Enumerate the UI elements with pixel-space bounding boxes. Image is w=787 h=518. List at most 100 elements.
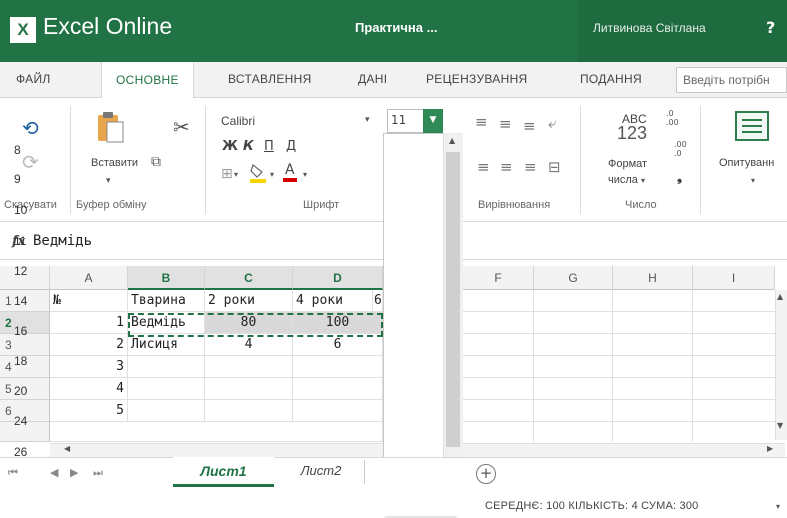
paste-icon[interactable] — [95, 110, 125, 146]
font-size-option[interactable]: 20 — [14, 384, 27, 398]
help-icon[interactable]: ? — [766, 18, 775, 37]
decrease-decimal-button[interactable]: .00.0 — [674, 140, 687, 158]
undo-icon[interactable]: ⟲ — [22, 118, 39, 138]
first-sheet-icon[interactable]: ⏮ — [8, 466, 18, 480]
cell-b5[interactable] — [128, 378, 205, 400]
increase-decimal-button[interactable]: .0.00 — [666, 109, 679, 127]
comma-style-button[interactable]: ❟ — [677, 170, 682, 185]
scroll-left-icon[interactable]: ◀ — [64, 445, 70, 453]
prev-sheet-icon[interactable]: ◀ — [50, 466, 58, 479]
cell-c3[interactable]: 4 — [205, 334, 293, 356]
vertical-scrollbar[interactable] — [775, 290, 787, 440]
align-center-icon[interactable]: ≡ — [500, 160, 513, 175]
align-bottom-icon[interactable]: ≡ — [523, 119, 536, 134]
cell-b1[interactable]: Тварина — [128, 290, 205, 312]
next-sheet-icon[interactable]: ▶ — [70, 466, 78, 479]
cell-a5[interactable]: 4 — [50, 378, 128, 400]
underline-button[interactable]: П — [264, 139, 274, 154]
borders-dropdown-icon[interactable]: ▾ — [234, 171, 238, 179]
merge-cells-icon[interactable]: ⊟ — [548, 160, 561, 175]
font-size-option[interactable]: 8 — [14, 143, 21, 157]
column-header-c[interactable]: C — [205, 266, 293, 290]
cell-d5[interactable] — [293, 378, 383, 400]
column-header-g[interactable]: G — [534, 266, 613, 290]
number-format-dropdown-icon[interactable]: ▾ — [641, 177, 645, 185]
column-header-h[interactable]: H — [613, 266, 693, 290]
paste-button-label[interactable]: Вставити — [91, 157, 138, 169]
borders-icon[interactable]: ⊞ — [221, 167, 233, 181]
cell-a1[interactable]: № — [50, 290, 128, 312]
cell-c4[interactable] — [205, 356, 293, 378]
size-list-scroll-thumb[interactable] — [446, 152, 460, 447]
column-header-a[interactable]: A — [50, 266, 128, 290]
fill-color-icon[interactable] — [249, 163, 267, 183]
redo-icon[interactable]: ⟳ — [22, 152, 39, 172]
cell-a4[interactable]: 3 — [50, 356, 128, 378]
sheet-tab-1[interactable]: Лист1 — [173, 457, 274, 487]
tab-review[interactable]: РЕЦЕНЗУВАННЯ — [426, 72, 528, 86]
font-size-option[interactable]: 24 — [14, 414, 27, 428]
tab-insert[interactable]: ВСТАВЛЕННЯ — [228, 72, 312, 86]
font-color-dropdown-icon[interactable]: ▾ — [303, 171, 307, 179]
tab-view[interactable]: ПОДАННЯ — [580, 72, 642, 86]
number-format-label[interactable]: Формат — [608, 158, 647, 170]
cell-a3[interactable]: 2 — [50, 334, 128, 356]
font-size-option[interactable]: 10 — [14, 203, 27, 217]
cell-c6[interactable] — [205, 400, 293, 422]
fill-dropdown-icon[interactable]: ▾ — [270, 171, 274, 179]
add-sheet-icon[interactable]: + — [476, 464, 496, 484]
app-title[interactable]: Excel Online — [43, 13, 172, 40]
font-name-dropdown-icon[interactable]: ▾ — [365, 116, 370, 125]
align-left-icon[interactable]: ≡ — [477, 160, 490, 175]
cell-c1[interactable]: 2 роки — [205, 290, 293, 312]
excel-logo-icon[interactable]: X — [10, 17, 36, 43]
column-header-d[interactable]: D — [293, 266, 383, 290]
formula-input[interactable]: Ведмідь — [33, 233, 92, 249]
column-header-f[interactable]: F — [463, 266, 534, 290]
cell-row7[interactable] — [50, 422, 383, 442]
bold-button[interactable]: Ж — [222, 139, 238, 154]
cell-d3[interactable]: 6 — [293, 334, 383, 356]
cell-c5[interactable] — [205, 378, 293, 400]
cell-area-right[interactable] — [463, 290, 775, 442]
double-underline-button[interactable]: Д — [286, 139, 296, 154]
cell-a2[interactable]: 1 — [50, 312, 128, 334]
italic-button[interactable]: К — [243, 139, 254, 154]
paste-dropdown-icon[interactable]: ▾ — [106, 177, 111, 186]
survey-dropdown-icon[interactable]: ▾ — [751, 177, 755, 185]
tab-data[interactable]: ДАНІ — [358, 72, 387, 86]
column-header-i[interactable]: I — [693, 266, 775, 290]
size-list-scroll-up-icon[interactable]: ▲ — [449, 137, 455, 145]
align-middle-icon[interactable]: ≡ — [499, 117, 512, 132]
font-size-option[interactable]: 12 — [14, 264, 27, 278]
cut-icon[interactable]: ✂ — [173, 117, 190, 137]
scroll-down-icon[interactable]: ▼ — [777, 422, 783, 430]
tab-file[interactable]: ФАЙЛ — [16, 72, 51, 86]
cell-b3[interactable]: Лисиця — [128, 334, 205, 356]
tell-me-input[interactable]: Введіть потрібн — [676, 67, 787, 93]
scroll-up-icon[interactable]: ▲ — [777, 293, 783, 301]
align-right-icon[interactable]: ≡ — [524, 160, 537, 175]
font-size-option[interactable]: 9 — [14, 172, 21, 186]
survey-button-label[interactable]: Опитуванн — [719, 157, 774, 169]
scroll-right-icon[interactable]: ▶ — [767, 445, 773, 453]
number-format-label2[interactable]: числа — [608, 174, 638, 186]
cell-d1[interactable]: 4 роки — [293, 290, 373, 312]
user-name[interactable]: Литвинова Світлана — [593, 21, 706, 35]
wrap-text-icon[interactable]: ⤶ — [548, 116, 556, 131]
font-name-select[interactable]: Calibri — [216, 111, 376, 133]
cell-e1[interactable]: 6 — [373, 290, 383, 312]
cell-b6[interactable] — [128, 400, 205, 422]
cell-a6[interactable]: 5 — [50, 400, 128, 422]
cell-d6[interactable] — [293, 400, 383, 422]
font-size-option[interactable]: 11 — [14, 234, 26, 248]
sheet-tab-2[interactable]: Лист2 — [278, 457, 364, 487]
copy-icon[interactable]: ⧉ — [151, 155, 161, 169]
cell-d4[interactable] — [293, 356, 383, 378]
cell-b4[interactable] — [128, 356, 205, 378]
last-sheet-icon[interactable]: ⏭ — [93, 466, 103, 480]
status-dropdown-icon[interactable]: ▾ — [776, 503, 780, 511]
align-top-icon[interactable]: ≡ — [475, 115, 488, 130]
number-format-123[interactable]: 123 — [617, 123, 647, 144]
font-size-option[interactable]: 16 — [14, 324, 27, 338]
